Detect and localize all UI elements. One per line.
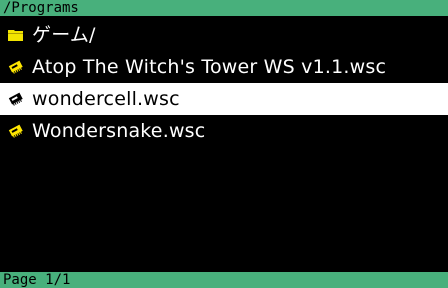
folder-icon bbox=[8, 27, 24, 43]
cartridge-icon bbox=[8, 59, 24, 75]
file-name: Atop The Witch's Tower WS v1.1.wsc bbox=[32, 56, 387, 78]
file-row-wondercell[interactable]: wondercell.wsc bbox=[0, 83, 448, 115]
file-browser-screen: /Programs ゲーム/ Atop The Witch's Tower WS… bbox=[0, 0, 448, 288]
file-row-atop-the-witchs-tower[interactable]: Atop The Witch's Tower WS v1.1.wsc bbox=[0, 51, 448, 83]
path-bar: /Programs bbox=[0, 0, 448, 16]
file-name: wondercell.wsc bbox=[32, 88, 180, 110]
file-name: ゲーム/ bbox=[32, 24, 96, 46]
cartridge-icon bbox=[8, 91, 24, 107]
current-path: /Programs bbox=[3, 0, 79, 16]
status-bar: Page 1/1 bbox=[0, 272, 448, 288]
file-list: ゲーム/ Atop The Witch's Tower WS v1.1.wsc … bbox=[0, 19, 448, 147]
file-row-folder-game[interactable]: ゲーム/ bbox=[0, 19, 448, 51]
file-row-wondersnake[interactable]: Wondersnake.wsc bbox=[0, 115, 448, 147]
file-name: Wondersnake.wsc bbox=[32, 120, 206, 142]
page-indicator: Page 1/1 bbox=[3, 272, 71, 288]
cartridge-icon bbox=[8, 123, 24, 139]
